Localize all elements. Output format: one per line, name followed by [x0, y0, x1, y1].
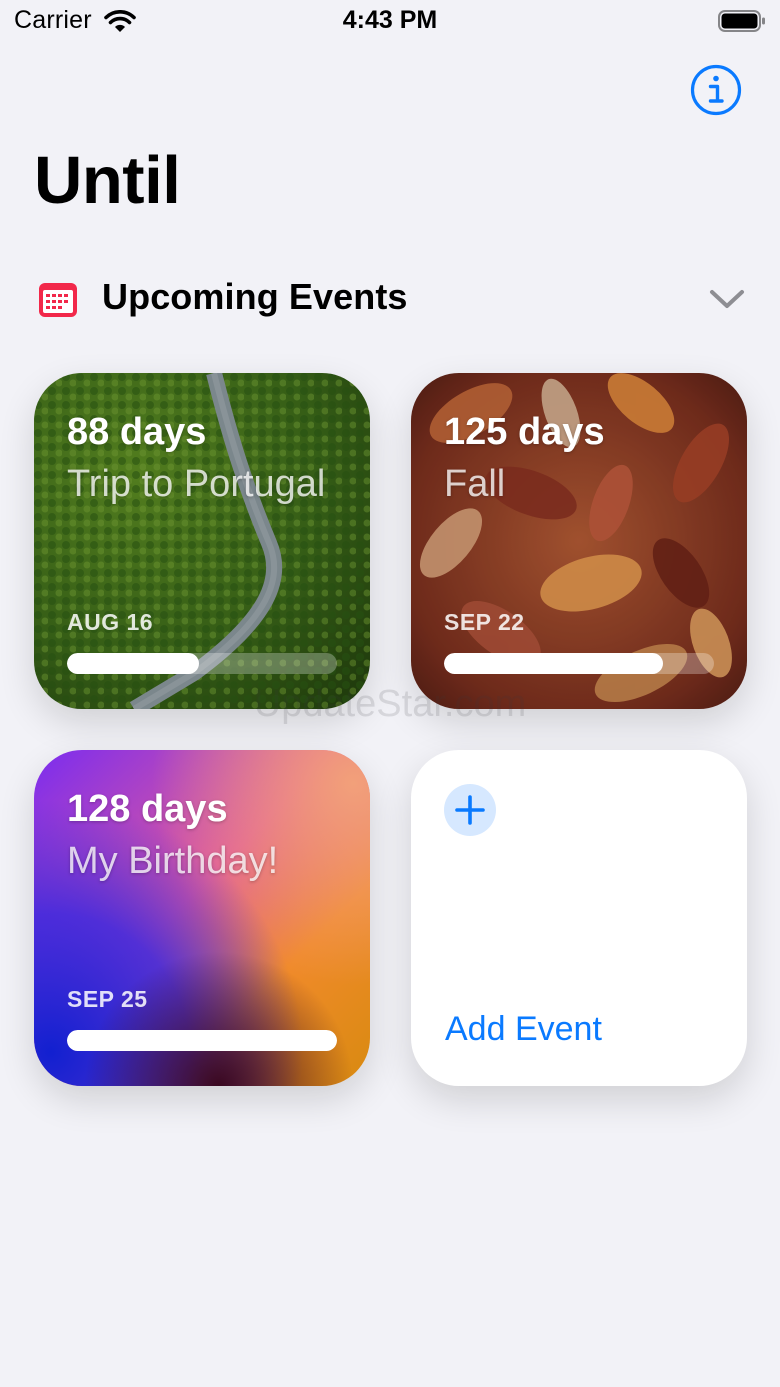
plus-icon: [455, 795, 485, 825]
section-title: Upcoming Events: [102, 276, 408, 317]
event-name: Trip to Portugal: [67, 463, 326, 505]
event-progress-fill: [67, 1030, 337, 1051]
calendar-icon: [39, 283, 77, 317]
event-days: 88 days: [67, 411, 207, 453]
add-event-card[interactable]: Add Event: [411, 750, 747, 1086]
event-card-my-birthday[interactable]: 128 days My Birthday! SEP 25: [34, 750, 370, 1086]
event-card-trip-to-portugal[interactable]: 88 days Trip to Portugal AUG 16: [34, 373, 370, 709]
event-progress-bar: [67, 1030, 337, 1051]
battery-icon: [718, 10, 765, 32]
event-progress-bar: [67, 653, 337, 674]
app-screen: Carrier 4:43 PM Until Upcoming Events 88…: [0, 0, 780, 1387]
event-progress-fill: [444, 653, 663, 674]
event-name: My Birthday!: [67, 840, 279, 882]
page-title: Until: [34, 143, 181, 218]
event-date: SEP 22: [444, 609, 525, 635]
event-progress-bar: [444, 653, 714, 674]
chevron-down-icon[interactable]: [708, 286, 746, 312]
event-progress-fill: [67, 653, 200, 674]
event-card-fall[interactable]: 125 days Fall SEP 22: [411, 373, 747, 709]
event-date: SEP 25: [67, 986, 148, 1012]
info-circle-icon[interactable]: [690, 64, 742, 116]
event-days: 128 days: [67, 788, 228, 830]
add-button-circle[interactable]: [444, 784, 496, 836]
event-date: AUG 16: [67, 609, 154, 635]
add-event-label[interactable]: Add Event: [445, 1010, 602, 1049]
status-time: 4:43 PM: [342, 6, 438, 34]
event-name: Fall: [444, 463, 506, 505]
status-bar: Carrier 4:43 PM: [0, 0, 780, 44]
event-days: 125 days: [444, 411, 605, 453]
